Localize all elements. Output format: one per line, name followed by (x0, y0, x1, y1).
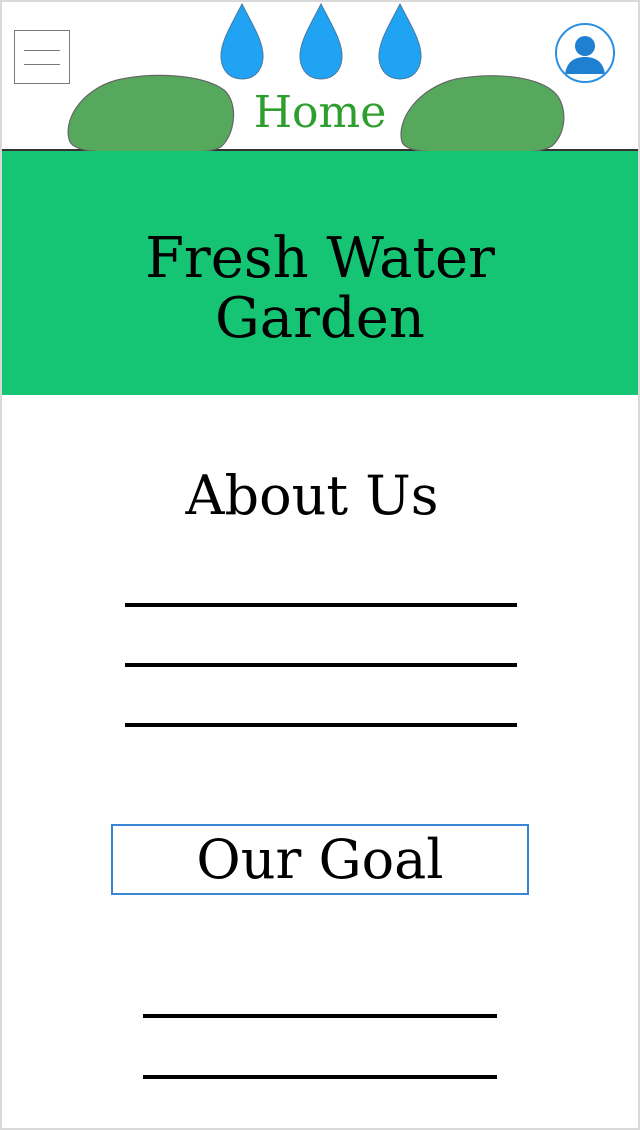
home-label: Home (253, 87, 387, 138)
about-us-heading: About Us (185, 464, 439, 527)
about-text-placeholder-line (125, 723, 517, 727)
water-drop-icon (220, 2, 264, 80)
goal-text-placeholder-line (143, 1014, 497, 1018)
about-text-placeholder-line (125, 663, 517, 667)
top-nav: Home (2, 2, 638, 155)
user-profile-icon (565, 36, 605, 74)
hamburger-menu-icon-line (24, 64, 60, 65)
home-link[interactable]: Home (2, 88, 638, 138)
profile-button[interactable] (555, 23, 615, 83)
our-goal-button[interactable]: Our Goal (111, 824, 529, 895)
hero-banner: Fresh Water Garden (2, 151, 638, 395)
site-title-line-2: Garden (215, 286, 425, 351)
water-drop-icon (299, 2, 343, 80)
site-title: Fresh Water Garden (2, 229, 638, 349)
goal-text-placeholder-line (143, 1075, 497, 1079)
site-title-line-1: Fresh Water (145, 226, 495, 291)
about-text-placeholder-line (125, 603, 517, 607)
hamburger-menu-icon (24, 50, 60, 51)
water-drop-icon (378, 2, 422, 80)
app-frame: Home Fresh Water Garden About Us Our Goa… (0, 0, 640, 1130)
